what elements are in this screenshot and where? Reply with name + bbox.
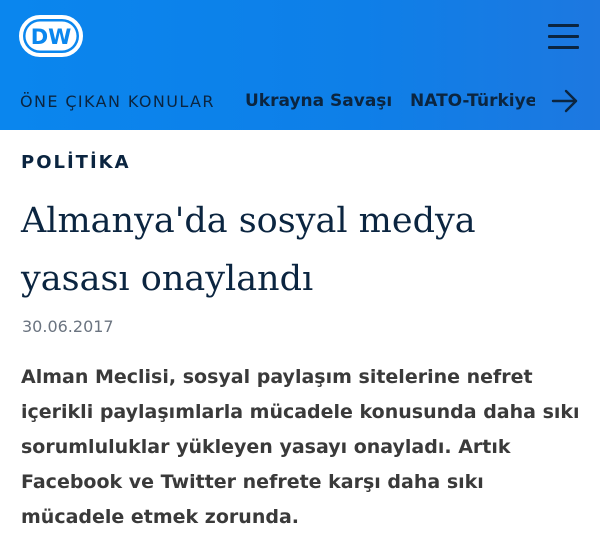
featured-topics-label: ÖNE ÇIKAN KONULAR [20,92,215,111]
arrow-right-icon[interactable] [550,88,580,114]
topic-link-ukrayna-savasi[interactable]: Ukrayna Savaşı [245,91,392,111]
article-headline: Almanya'da sosyal medya yasası onaylandı [21,201,476,299]
logo-text: DW [31,25,72,49]
category-link[interactable]: POLİTİKA [21,152,131,173]
topic-link-nato-turkiye[interactable]: NATO-Türkiye [410,91,535,111]
featured-topics-list: Ukrayna Savaşı NATO-Türkiye [245,84,535,118]
article-lead: Alman Meclisi, sosyal paylaşım sitelerin… [21,366,580,528]
dw-logo[interactable]: DW [18,14,84,58]
publish-date: 30.06.2017 [22,317,114,336]
featured-topics-bar: ÖNE ÇIKAN KONULAR Ukrayna Savaşı NATO-Tü… [0,84,600,118]
site-header: DW ÖNE ÇIKAN KONULAR Ukrayna Savaşı NATO… [0,0,600,130]
hamburger-menu-icon[interactable] [548,22,580,52]
